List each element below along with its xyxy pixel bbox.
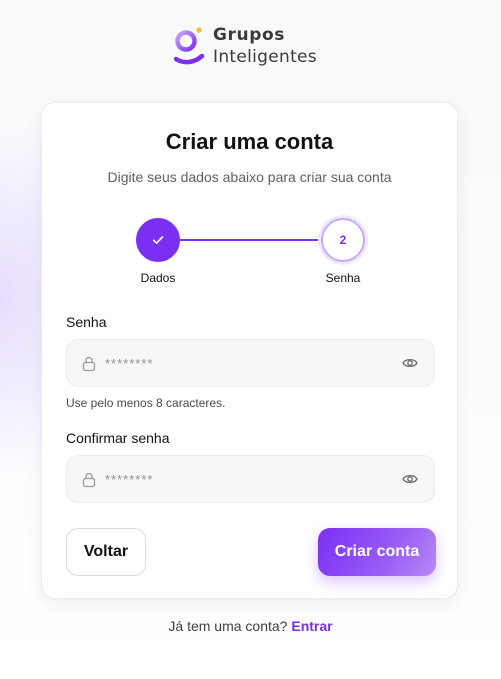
password-hint: Use pelo menos 8 caracteres. xyxy=(66,396,226,410)
login-link[interactable]: Entrar xyxy=(291,618,332,634)
login-prompt-text: Já tem uma conta? xyxy=(168,618,288,634)
brand-logo: Grupos Inteligentes xyxy=(172,24,342,70)
back-button[interactable]: Voltar xyxy=(66,528,146,576)
page-title: Criar uma conta xyxy=(165,129,334,154)
stepper-connector xyxy=(180,239,324,241)
create-account-button[interactable]: Criar conta xyxy=(318,528,436,576)
step-1-dados[interactable] xyxy=(136,218,180,262)
brand-name-line2: Inteligentes xyxy=(213,47,317,67)
brand-name-line1: Grupos xyxy=(213,25,286,45)
confirm-password-field[interactable] xyxy=(66,455,435,503)
password-label: Senha xyxy=(66,314,107,330)
step-2-number: 2 xyxy=(339,233,347,247)
password-field[interactable] xyxy=(66,339,435,387)
g-logo-icon xyxy=(173,27,205,65)
lock-icon xyxy=(82,472,96,488)
lock-icon xyxy=(82,356,96,372)
step-2-label: Senha xyxy=(325,271,361,285)
password-input[interactable] xyxy=(105,348,385,378)
confirm-password-label: Confirmar senha xyxy=(66,430,170,446)
step-2-senha[interactable]: 2 xyxy=(321,218,365,262)
check-icon xyxy=(152,236,164,244)
eye-icon[interactable] xyxy=(402,357,418,369)
confirm-password-input[interactable] xyxy=(105,464,385,494)
signup-card: Criar uma conta Digite seus dados abaixo… xyxy=(41,102,458,599)
step-1-label: Dados xyxy=(140,271,176,285)
page-subtitle: Digite seus dados abaixo para criar sua … xyxy=(107,169,392,185)
eye-icon[interactable] xyxy=(402,473,418,485)
login-prompt: Já tem uma conta? Entrar xyxy=(0,618,501,634)
